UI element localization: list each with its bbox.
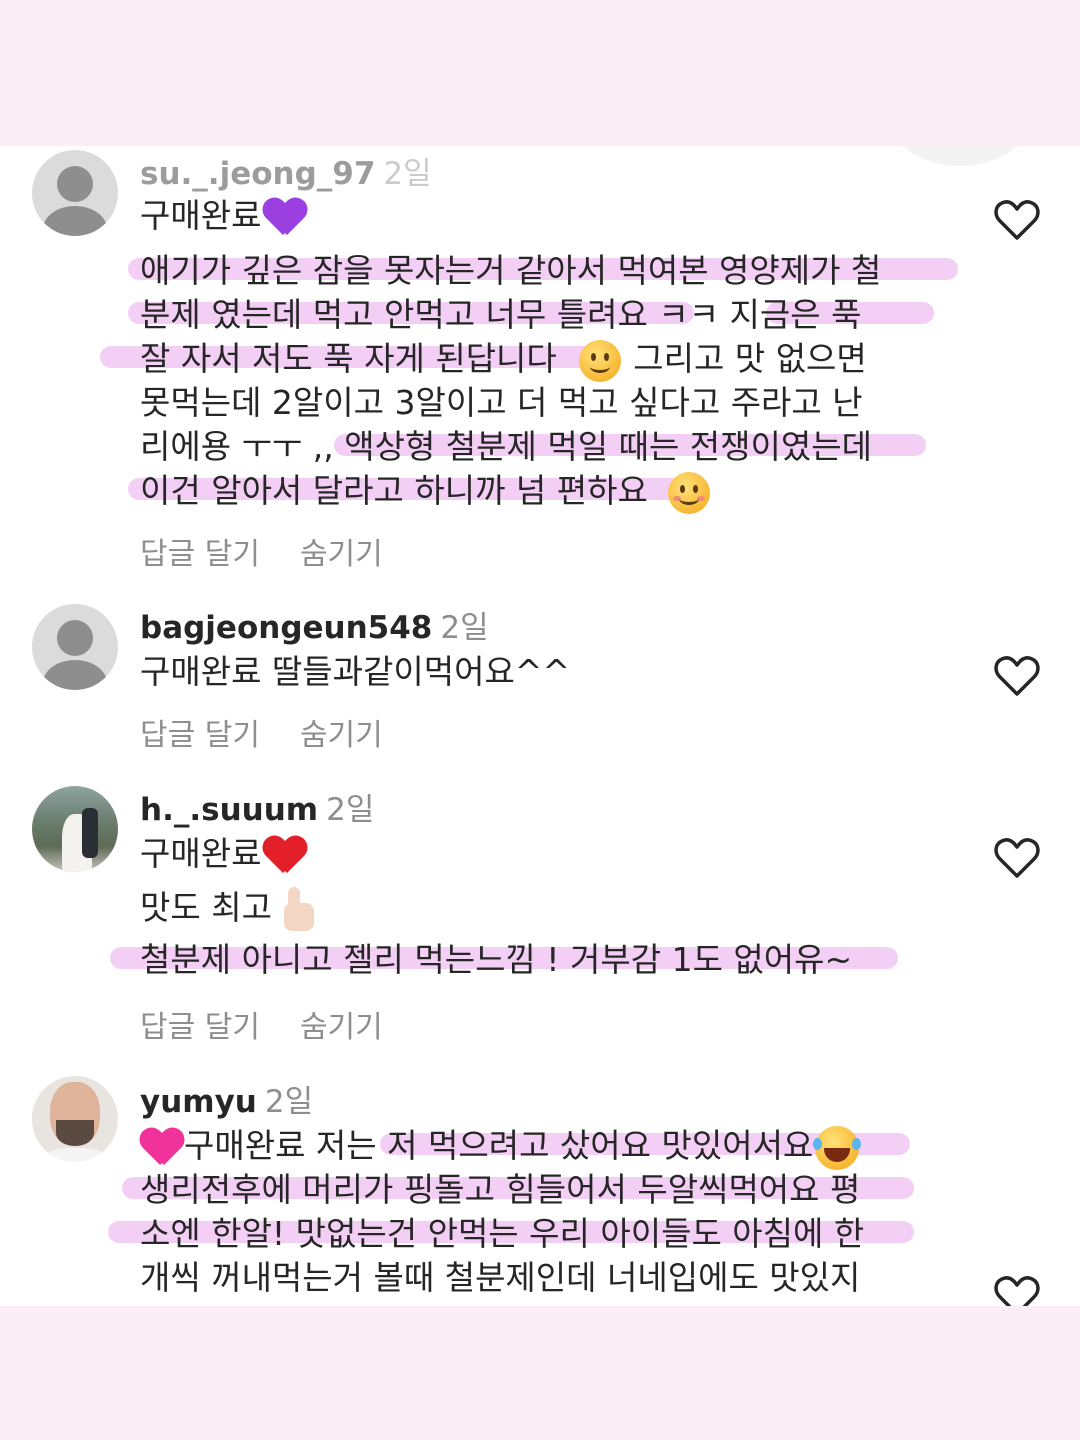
comment-header: bagjeongeun548 2일 — [140, 602, 489, 647]
reply-button[interactable]: 답글 달기 — [140, 718, 260, 753]
decorative-blob — [880, 146, 1040, 166]
comment-text-line: 이건 알아서 달라고 하니까 넘 편하요 — [140, 469, 711, 514]
comment-text-line: 못먹는데 2알이고 3알이고 더 먹고 싶다고 주라고 난 — [140, 383, 863, 422]
comment-text-line: 분제 였는데 먹고 안먹고 너무 틀려요 ㅋㅋ 지금은 푹 — [140, 295, 862, 334]
heart-outline-icon[interactable] — [994, 836, 1040, 880]
comment-text-line: 생리전후에 머리가 핑돌고 힘들어서 두알씩먹어요 평 — [140, 1170, 861, 1209]
timestamp: 2일 — [440, 610, 489, 646]
hide-button[interactable]: 숨기기 — [300, 718, 383, 753]
username[interactable]: su._.jeong_97 — [140, 156, 375, 192]
comment-text-line: 구매완료 — [140, 832, 307, 877]
timestamp: 2일 — [326, 792, 375, 828]
comment-text-line: 개씩 꺼내먹는거 볼때 철분제인데 너네입에도 맛있지 — [140, 1258, 861, 1297]
comment-text-line: 소엔 한알! 맛없는건 안먹는 우리 아이들도 아침에 한 — [140, 1214, 865, 1253]
face-with-tears-of-joy-icon — [813, 1125, 862, 1170]
comment-header: su._.jeong_97 2일 — [140, 148, 432, 193]
smiling-face-with-blush-icon — [668, 471, 711, 514]
comment-text-line: 잘 자서 저도 푹 자게 된답니다 그리고 맛 없으면 — [140, 337, 867, 382]
pink-heart-icon — [140, 1127, 184, 1169]
purple-heart-icon — [263, 197, 307, 239]
comment-actions: 답글 달기 숨기기 — [140, 710, 383, 754]
username[interactable]: h._.suuum — [140, 792, 318, 828]
username[interactable]: yumyu — [140, 1084, 257, 1120]
reply-button[interactable]: 답글 달기 — [140, 1010, 260, 1045]
comment-text-line: 애기가 깊은 잠을 못자는거 같아서 먹여본 영양제가 철 — [140, 251, 882, 290]
thumbs-up-icon — [274, 886, 318, 933]
comment-text-line: 맛도 최고 — [140, 886, 318, 933]
avatar[interactable] — [32, 786, 118, 872]
timestamp: 2일 — [264, 1084, 314, 1120]
comment-text-line: 구매완료 딸들과같이먹어요^^ — [140, 652, 571, 691]
smiling-face-icon — [579, 339, 622, 382]
bottom-band — [0, 1306, 1080, 1440]
heart-outline-icon[interactable] — [994, 1274, 1040, 1306]
comments-panel: su._.jeong_97 2일 구매완료 애기가 깊은 잠을 못자는거 같아서 … — [0, 146, 1080, 1306]
comment-actions: 답글 달기 숨기기 — [140, 529, 383, 573]
hide-button[interactable]: 숨기기 — [300, 537, 383, 572]
avatar[interactable] — [32, 1076, 118, 1162]
username[interactable]: bagjeongeun548 — [140, 610, 432, 646]
heart-outline-icon[interactable] — [994, 654, 1040, 698]
avatar[interactable] — [32, 150, 118, 236]
comment-header: h._.suuum 2일 — [140, 784, 374, 829]
comment-text-line: 구매완료 저는 저 먹으려고 샀어요 맛있어서요 — [140, 1124, 862, 1170]
comment-actions: 답글 달기 숨기기 — [140, 1002, 383, 1046]
timestamp: 2일 — [383, 156, 432, 192]
reply-button[interactable]: 답글 달기 — [140, 537, 260, 572]
comment-text-line: 리에용 ㅜㅜ ,, 액상형 철분제 먹일 때는 전쟁이였는데 — [140, 427, 872, 466]
comment-text-line: 구매완료 — [140, 194, 307, 239]
hide-button[interactable]: 숨기기 — [300, 1010, 383, 1045]
comment-header: yumyu 2일 — [140, 1076, 313, 1121]
heart-outline-icon[interactable] — [994, 198, 1040, 242]
avatar[interactable] — [32, 604, 118, 690]
red-heart-icon — [263, 835, 307, 877]
comment-text-line: 철분제 아니고 젤리 먹는느낌 ! 거부감 1도 없어유~ — [140, 940, 853, 979]
